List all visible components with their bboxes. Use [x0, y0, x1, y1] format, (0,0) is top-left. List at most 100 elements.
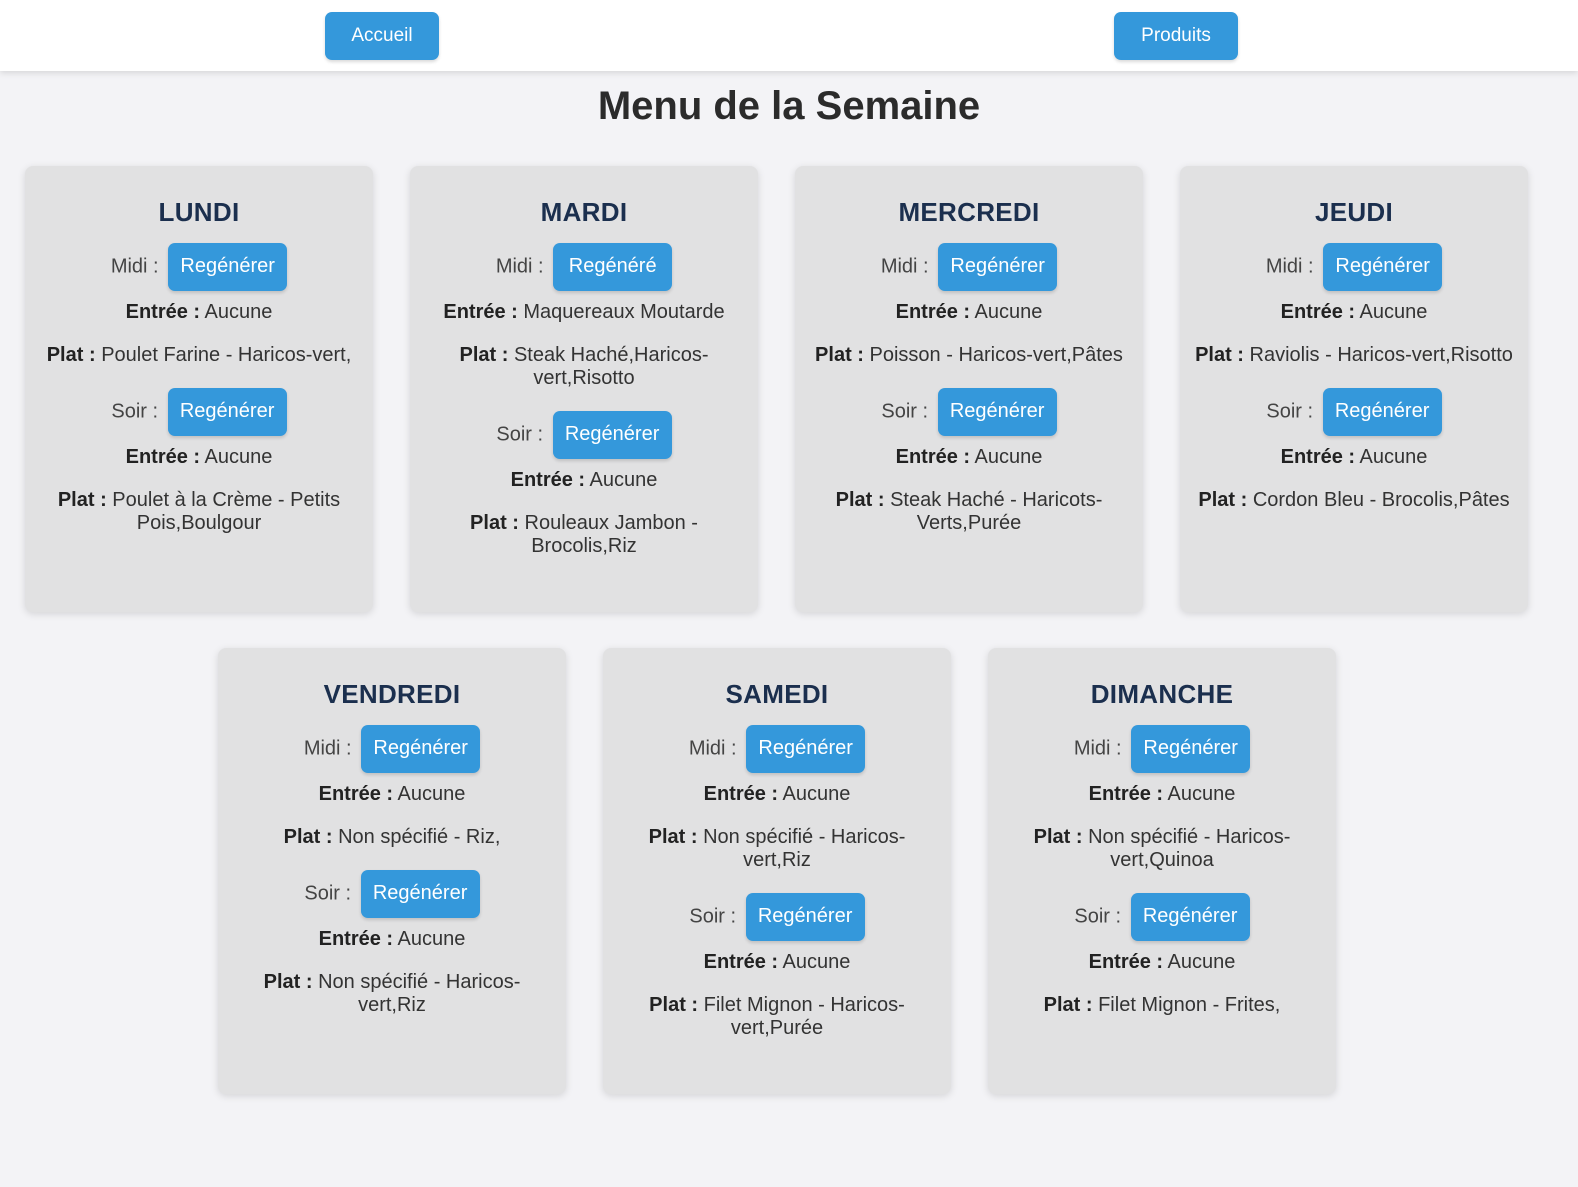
- midi-label: Midi :: [303, 737, 352, 760]
- entree-label: Entrée :: [443, 301, 518, 323]
- plat-label: Plat :: [470, 512, 519, 534]
- soir-plat: Plat : Steak Haché - Haricots-Verts,Puré…: [809, 489, 1129, 535]
- entree-label: Entrée :: [125, 301, 201, 323]
- midi-entree: Entrée : Aucune: [1194, 301, 1514, 324]
- midi-entree: Entrée : Aucune: [1002, 783, 1322, 806]
- soir-entree: Entrée : Aucune: [39, 446, 359, 469]
- plat-value: Poulet à la Crème - Petits Pois,Boulgour: [112, 489, 341, 534]
- midi-plat: Plat : Poulet Farine - Haricos-vert,: [39, 344, 359, 367]
- day-card-dimanche: DIMANCHE Midi : Regénérer Entrée : Aucune P…: [988, 648, 1336, 1094]
- soir-entree: Entrée : Aucune: [617, 951, 937, 974]
- day-title: SAMEDI: [725, 679, 829, 709]
- plat-label: Plat :: [459, 344, 509, 366]
- regenerate-midi-button[interactable]: Regénérer: [168, 242, 288, 291]
- soir-row: Soir : Regénérer: [232, 869, 552, 918]
- entree-label: Entrée :: [1088, 951, 1164, 973]
- plat-label: Plat :: [815, 344, 864, 366]
- day-title: VENDREDI: [323, 679, 461, 709]
- midi-entree: Entrée : Aucune: [232, 783, 552, 806]
- soir-row: Soir : Regénérer: [1002, 892, 1322, 941]
- regenerate-midi-button[interactable]: Regénéré: [553, 242, 673, 291]
- regenerate-midi-button[interactable]: Regénérer: [746, 724, 866, 773]
- plat-value: Cordon Bleu - Brocolis,Pâtes: [1252, 489, 1510, 511]
- entree-label: Entrée :: [125, 446, 201, 468]
- regenerate-soir-button[interactable]: Regénérer: [745, 892, 865, 941]
- entree-label: Entrée :: [1088, 783, 1164, 805]
- plat-value: Non spécifié - Haricos-vert,Quinoa: [1088, 826, 1291, 871]
- home-button[interactable]: Accueil: [325, 12, 439, 60]
- midi-row: Midi : Regénérer: [1002, 724, 1322, 773]
- midi-label: Midi :: [1073, 737, 1122, 760]
- day-title: LUNDI: [158, 197, 240, 227]
- day-card-mercredi: MERCREDI Midi : Regénérer Entrée : Aucune P…: [795, 166, 1143, 612]
- day-card-vendredi: VENDREDI Midi : Regénérer Entrée : Aucune P…: [218, 648, 566, 1094]
- regenerate-soir-button[interactable]: Regénérer: [1322, 387, 1442, 436]
- soir-plat: Plat : Filet Mignon - Frites,: [1002, 994, 1322, 1017]
- soir-plat: Plat : Filet Mignon - Haricos-vert,Purée: [617, 994, 937, 1040]
- entree-value: Maquereaux Moutarde: [523, 301, 725, 323]
- entree-label: Entrée :: [318, 783, 394, 805]
- midi-label: Midi :: [688, 737, 737, 760]
- midi-entree: Entrée : Maquereaux Moutarde: [424, 301, 744, 324]
- plat-value: Filet Mignon - Frites,: [1098, 994, 1281, 1016]
- regenerate-midi-button[interactable]: Regénérer: [361, 724, 481, 773]
- day-title: MARDI: [540, 197, 628, 227]
- soir-plat: Plat : Poulet à la Crème - Petits Pois,B…: [39, 489, 359, 535]
- entree-label: Entrée :: [703, 783, 779, 805]
- plat-label: Plat :: [1198, 489, 1248, 511]
- entree-value: Aucune: [397, 783, 466, 805]
- day-title: JEUDI: [1314, 197, 1394, 227]
- day-card-mardi: MARDI Midi : Regénéré Entrée : Maquereaux …: [410, 166, 758, 612]
- regenerate-soir-button[interactable]: Regénérer: [167, 387, 287, 436]
- midi-row: Midi : Regénérer: [617, 724, 937, 773]
- entree-value: Aucune: [1359, 301, 1428, 323]
- entree-value: Aucune: [782, 951, 851, 973]
- regenerate-soir-button[interactable]: Regénérer: [1130, 892, 1250, 941]
- entree-label: Entrée :: [1280, 446, 1356, 468]
- plat-label: Plat :: [1195, 344, 1244, 366]
- entree-label: Entrée :: [318, 928, 394, 950]
- plat-value: Steak Haché - Haricots-Verts,Purée: [890, 489, 1103, 534]
- soir-label: Soir :: [1074, 905, 1122, 928]
- entree-label: Entrée :: [510, 469, 586, 491]
- entree-value: Aucune: [204, 446, 273, 468]
- soir-label: Soir :: [496, 423, 544, 446]
- plat-label: Plat :: [835, 489, 885, 511]
- plat-label: Plat :: [57, 489, 107, 511]
- day-card-jeudi: JEUDI Midi : Regénérer Entrée : Aucune Plat…: [1180, 166, 1528, 612]
- entree-value: Aucune: [204, 301, 273, 323]
- plat-label: Plat :: [649, 994, 699, 1016]
- entree-value: Aucune: [1167, 783, 1236, 805]
- products-button[interactable]: Produits: [1114, 12, 1238, 60]
- regenerate-midi-button[interactable]: Regénérer: [1131, 724, 1251, 773]
- plat-value: Non spécifié - Haricos-vert,Riz: [318, 971, 521, 1016]
- regenerate-soir-button[interactable]: Regénérer: [552, 410, 672, 459]
- midi-entree: Entrée : Aucune: [617, 783, 937, 806]
- midi-plat: Plat : Raviolis - Haricos-vert,Risotto: [1194, 344, 1514, 367]
- midi-plat: Plat : Non spécifié - Haricos-vert,Quino…: [1002, 826, 1322, 872]
- soir-entree: Entrée : Aucune: [1194, 446, 1514, 469]
- soir-plat: Plat : Cordon Bleu - Brocolis,Pâtes: [1194, 489, 1514, 512]
- plat-label: Plat :: [1033, 826, 1083, 848]
- regenerate-midi-button[interactable]: Regénérer: [938, 242, 1058, 291]
- soir-entree: Entrée : Aucune: [809, 446, 1129, 469]
- entree-value: Aucune: [589, 469, 658, 491]
- entree-value: Aucune: [782, 783, 851, 805]
- midi-label: Midi :: [495, 255, 544, 278]
- plat-value: Raviolis - Haricos-vert,Risotto: [1249, 344, 1513, 366]
- plat-label: Plat :: [1043, 994, 1093, 1016]
- regenerate-soir-button[interactable]: Regénérer: [937, 387, 1057, 436]
- soir-label: Soir :: [111, 400, 159, 423]
- soir-row: Soir : Regénérer: [1194, 387, 1514, 436]
- plat-value: Non spécifié - Haricos-vert,Riz: [703, 826, 906, 871]
- plat-label: Plat :: [283, 826, 333, 848]
- plat-value: Non spécifié - Riz,: [338, 826, 501, 848]
- page-title: Menu de la Semaine: [597, 84, 981, 128]
- regenerate-soir-button[interactable]: Regénérer: [360, 869, 480, 918]
- soir-label: Soir :: [689, 905, 737, 928]
- plat-value: Rouleaux Jambon - Brocolis,Riz: [524, 512, 698, 557]
- soir-entree: Entrée : Aucune: [232, 928, 552, 951]
- plat-value: Poisson - Haricos-vert,Pâtes: [869, 344, 1123, 366]
- midi-plat: Plat : Non spécifié - Riz,: [232, 826, 552, 849]
- regenerate-midi-button[interactable]: Regénérer: [1323, 242, 1443, 291]
